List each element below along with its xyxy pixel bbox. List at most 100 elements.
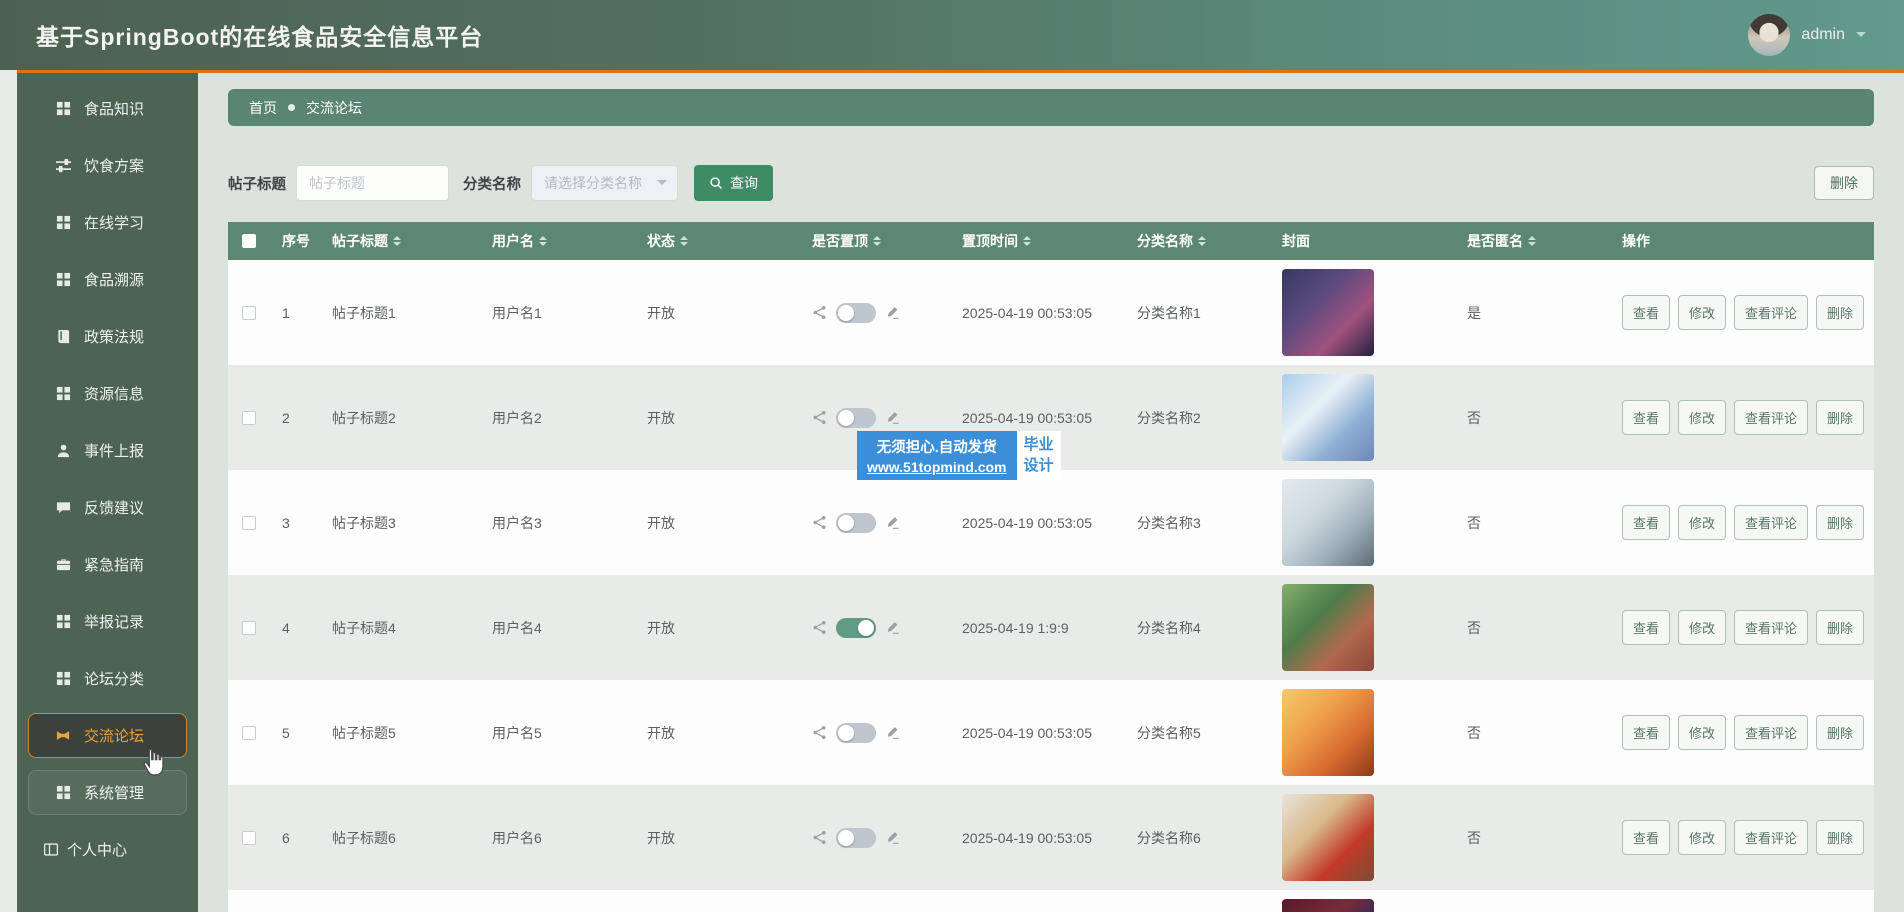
- app-title: 基于SpringBoot的在线食品安全信息平台: [36, 24, 484, 50]
- row-action-删除-button[interactable]: 删除: [1816, 715, 1865, 750]
- cell-anonymous: 是: [1467, 304, 1481, 321]
- caret-down-icon[interactable]: [1856, 32, 1866, 42]
- cell-category: 分类名称3: [1137, 514, 1201, 531]
- row-action-删除-button[interactable]: 删除: [1816, 295, 1865, 330]
- sort-icon[interactable]: [539, 232, 547, 250]
- pin-toggle[interactable]: [836, 512, 876, 533]
- pin-toggle[interactable]: [836, 827, 876, 848]
- edit-pencil-icon[interactable]: [885, 515, 900, 530]
- row-action-删除-button[interactable]: 删除: [1816, 820, 1865, 855]
- cell-pin-time: 2025-04-19 00:53:05: [962, 829, 1092, 846]
- edit-pencil-icon[interactable]: [885, 620, 900, 635]
- edit-pencil-icon[interactable]: [885, 830, 900, 845]
- row-action-修改-button[interactable]: 修改: [1678, 505, 1727, 540]
- column-header-title[interactable]: 帖子标题: [318, 222, 478, 260]
- cell-actions: 查看修改查看评论删除: [1608, 575, 1874, 680]
- table-row: 查看修改查看评论删除: [228, 890, 1874, 912]
- row-action-查看-button[interactable]: 查看: [1622, 715, 1671, 750]
- cover-image: [1282, 689, 1374, 776]
- sidebar-item-10[interactable]: 举报记录: [28, 599, 187, 644]
- user-menu[interactable]: admin: [1748, 14, 1866, 56]
- row-action-修改-button[interactable]: 修改: [1678, 295, 1727, 330]
- row-checkbox[interactable]: [242, 620, 256, 635]
- grid-icon: [55, 671, 71, 686]
- column-header-top[interactable]: 是否置顶: [798, 222, 948, 260]
- sort-icon[interactable]: [393, 232, 401, 250]
- avatar[interactable]: [1748, 14, 1791, 56]
- cell-index: 3: [282, 514, 290, 531]
- column-header-cat[interactable]: 分类名称: [1123, 222, 1268, 260]
- sidebar-item-5[interactable]: 政策法规: [28, 314, 187, 359]
- sidebar-item-14[interactable]: 个人中心: [28, 827, 187, 872]
- post-title-input[interactable]: [296, 165, 449, 201]
- row-action-删除-button[interactable]: 删除: [1816, 505, 1865, 540]
- sort-icon[interactable]: [1198, 232, 1206, 250]
- row-action-查看评论-button[interactable]: 查看评论: [1734, 400, 1809, 435]
- row-action-查看评论-button[interactable]: 查看评论: [1734, 715, 1809, 750]
- sidebar-item-6[interactable]: 资源信息: [28, 371, 187, 416]
- column-header-status[interactable]: 状态: [633, 222, 798, 260]
- sidebar-item-8[interactable]: 反馈建议: [28, 485, 187, 530]
- sort-icon[interactable]: [680, 232, 688, 250]
- cell-actions: 查看修改查看评论删除: [1608, 365, 1874, 470]
- pin-toggle[interactable]: [836, 617, 876, 638]
- category-select[interactable]: 请选择分类名称: [531, 165, 678, 201]
- sidebar-item-13[interactable]: 系统管理: [28, 770, 187, 815]
- sidebar-item-3[interactable]: 在线学习: [28, 200, 187, 245]
- sidebar-item-1[interactable]: 食品知识: [28, 86, 187, 131]
- search-button[interactable]: 查询: [694, 165, 773, 201]
- pin-toggle[interactable]: [836, 722, 876, 743]
- row-action-查看-button[interactable]: 查看: [1622, 295, 1671, 330]
- row-action-修改-button[interactable]: 修改: [1678, 400, 1727, 435]
- row-action-查看评论-button[interactable]: 查看评论: [1734, 295, 1809, 330]
- cover-image: [1282, 584, 1374, 671]
- row-action-删除-button[interactable]: 删除: [1816, 610, 1865, 645]
- edit-pencil-icon[interactable]: [885, 410, 900, 425]
- row-action-查看-button[interactable]: 查看: [1622, 820, 1671, 855]
- pin-toggle[interactable]: [836, 407, 876, 428]
- row-checkbox[interactable]: [242, 305, 256, 320]
- sidebar-item-9[interactable]: 紧急指南: [28, 542, 187, 587]
- sort-icon[interactable]: [873, 232, 881, 250]
- row-checkbox[interactable]: [242, 830, 256, 845]
- cover-image: [1282, 899, 1374, 912]
- row-checkbox[interactable]: [242, 515, 256, 530]
- edit-pencil-icon[interactable]: [885, 305, 900, 320]
- sidebar-item-2[interactable]: 饮食方案: [28, 143, 187, 188]
- sort-icon[interactable]: [1023, 232, 1031, 250]
- edit-pencil-icon[interactable]: [885, 725, 900, 740]
- row-action-修改-button[interactable]: 修改: [1678, 610, 1727, 645]
- cell-post-title: 帖子标题4: [332, 619, 396, 636]
- row-checkbox[interactable]: [242, 410, 256, 425]
- row-action-查看-button[interactable]: 查看: [1622, 610, 1671, 645]
- column-header-anon[interactable]: 是否匿名: [1453, 222, 1608, 260]
- column-header-no: 序号: [268, 222, 318, 260]
- column-header-user[interactable]: 用户名: [478, 222, 633, 260]
- row-checkbox[interactable]: [242, 725, 256, 740]
- row-action-查看-button[interactable]: 查看: [1622, 505, 1671, 540]
- sidebar-item-11[interactable]: 论坛分类: [28, 656, 187, 701]
- sidebar-item-7[interactable]: 事件上报: [28, 428, 187, 473]
- cell-post-title: 帖子标题6: [332, 829, 396, 846]
- row-action-删除-button[interactable]: 删除: [1816, 400, 1865, 435]
- sort-icon[interactable]: [1528, 232, 1536, 250]
- sidebar-item-12[interactable]: 交流论坛: [28, 713, 187, 758]
- bulk-delete-button[interactable]: 删除: [1814, 166, 1874, 200]
- cell-post-title: 帖子标题5: [332, 724, 396, 741]
- row-action-查看-button[interactable]: 查看: [1622, 400, 1671, 435]
- column-header-time[interactable]: 置顶时间: [948, 222, 1123, 260]
- cell-status: 开放: [647, 514, 675, 531]
- breadcrumb-home[interactable]: 首页: [249, 98, 277, 118]
- row-action-修改-button[interactable]: 修改: [1678, 715, 1727, 750]
- sidebar-item-label: 反馈建议: [84, 500, 145, 517]
- pin-toggle[interactable]: [836, 302, 876, 323]
- select-all-checkbox[interactable]: [242, 234, 256, 248]
- row-action-查看评论-button[interactable]: 查看评论: [1734, 610, 1809, 645]
- row-action-查看评论-button[interactable]: 查看评论: [1734, 820, 1809, 855]
- column-header-label: 用户名: [492, 233, 534, 249]
- column-header-label: 序号: [282, 233, 310, 249]
- row-action-修改-button[interactable]: 修改: [1678, 820, 1727, 855]
- sidebar-item-4[interactable]: 食品溯源: [28, 257, 187, 302]
- table-body: 1 帖子标题1 用户名1 开放 2025-04-19 00:53:05 分类名称1 是查看修…: [228, 260, 1874, 912]
- row-action-查看评论-button[interactable]: 查看评论: [1734, 505, 1809, 540]
